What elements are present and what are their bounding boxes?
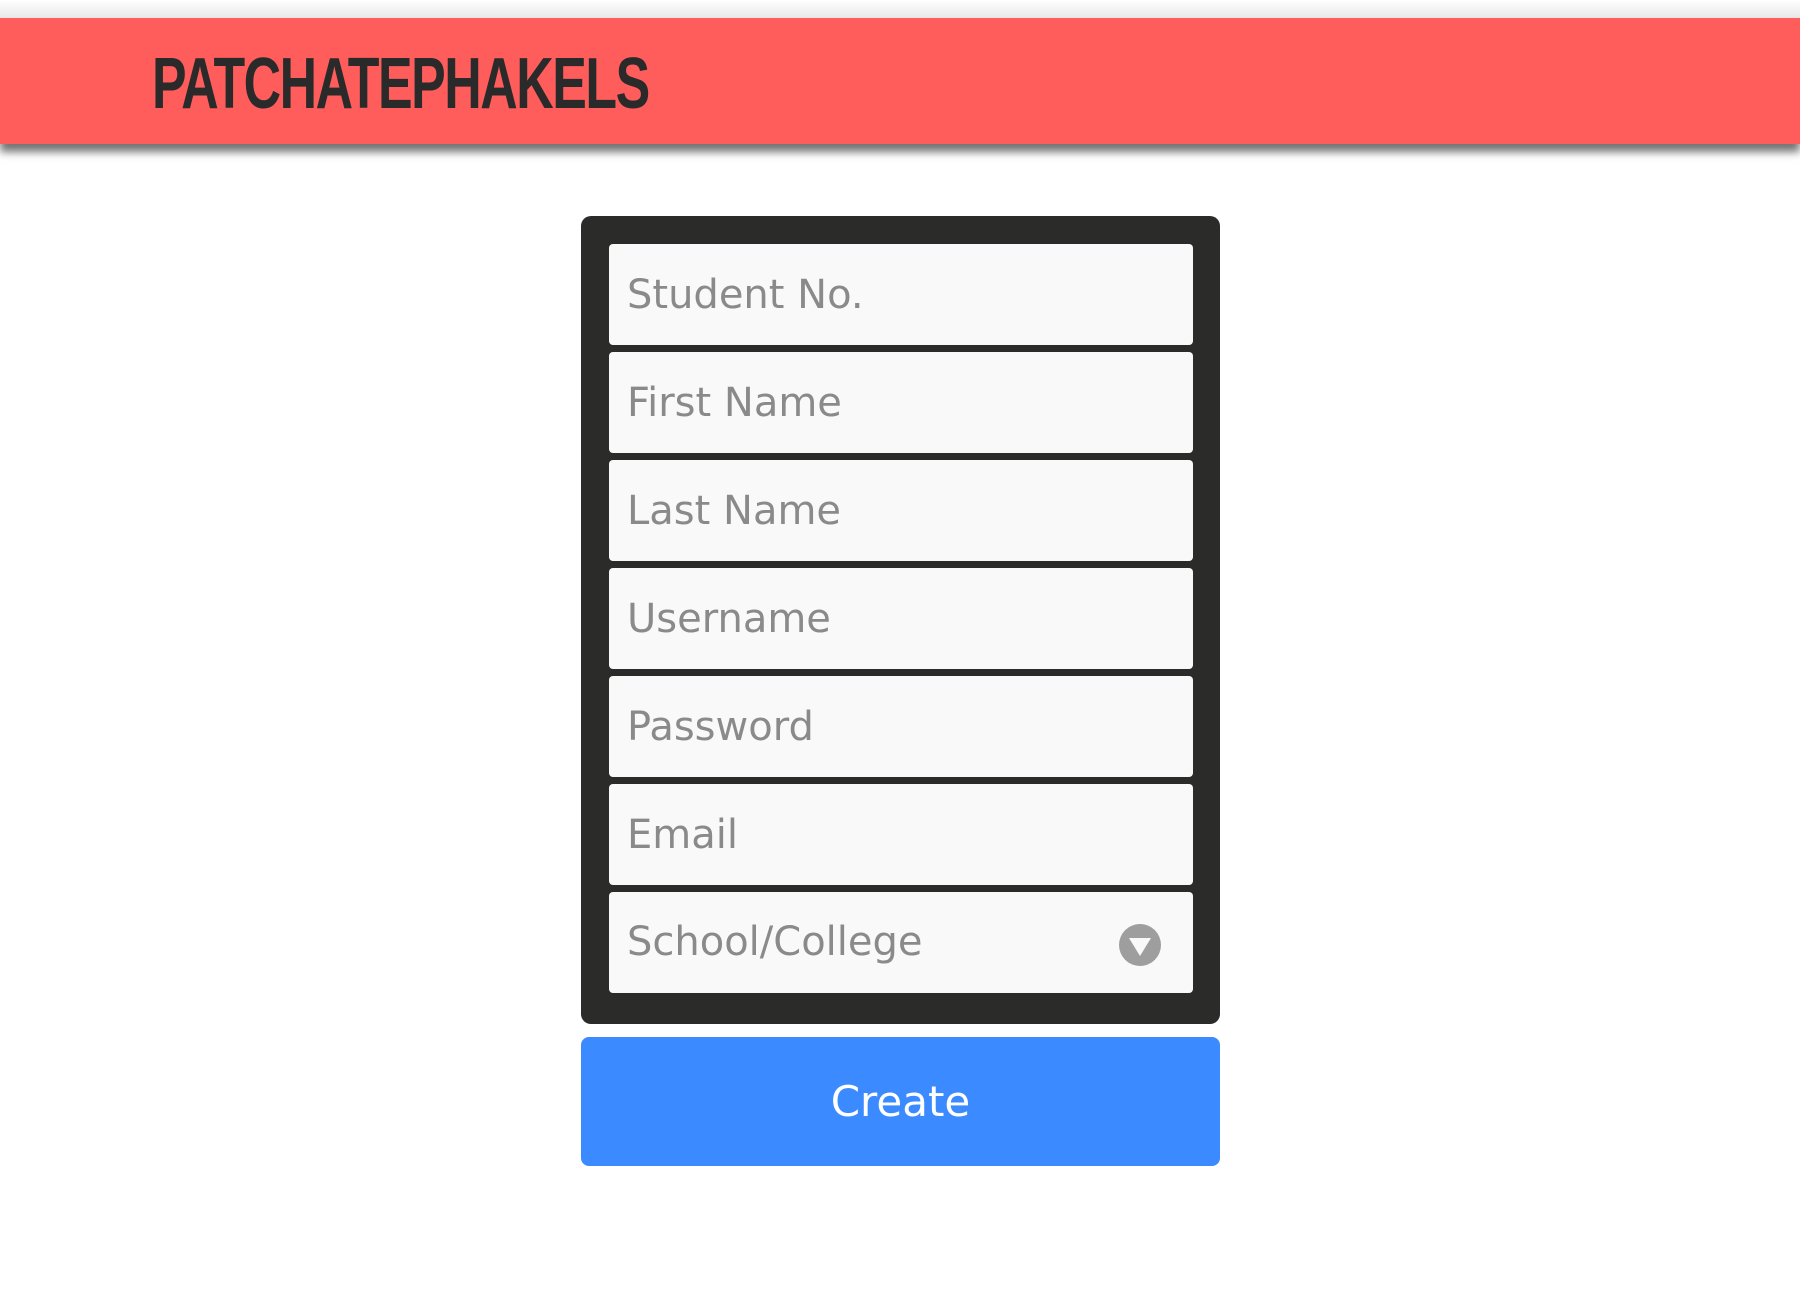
student-no-input[interactable] bbox=[609, 244, 1193, 345]
password-input[interactable] bbox=[609, 676, 1193, 777]
chevron-down-icon bbox=[1119, 924, 1161, 966]
username-input[interactable] bbox=[609, 568, 1193, 669]
first-name-input[interactable] bbox=[609, 352, 1193, 453]
signup-form: School/College bbox=[581, 216, 1220, 1024]
school-college-select[interactable]: School/College bbox=[609, 892, 1193, 993]
create-button[interactable]: Create bbox=[581, 1037, 1220, 1166]
last-name-input[interactable] bbox=[609, 460, 1193, 561]
brand-logo[interactable]: PATCHATEPHAKELS bbox=[152, 48, 650, 120]
email-input[interactable] bbox=[609, 784, 1193, 885]
top-strip bbox=[0, 0, 1800, 18]
app-header: PATCHATEPHAKELS bbox=[0, 18, 1800, 144]
school-college-label: School/College bbox=[627, 919, 923, 965]
